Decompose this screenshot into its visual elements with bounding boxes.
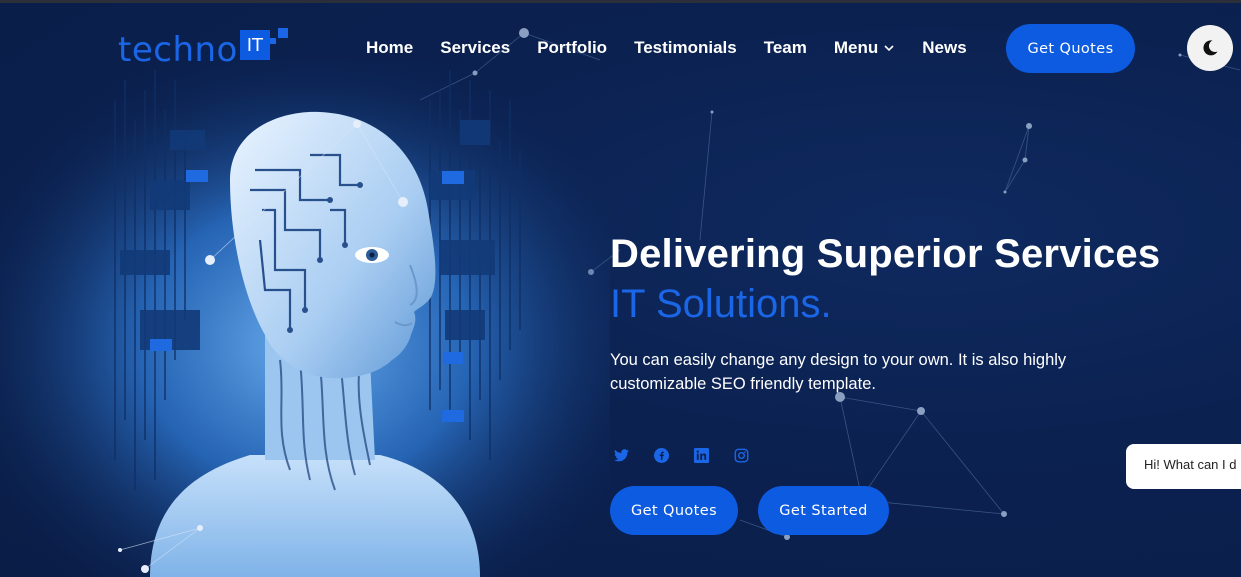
facebook-link[interactable] <box>654 444 694 466</box>
nav-item-label: News <box>922 38 967 57</box>
twitter-link[interactable] <box>614 444 654 466</box>
nav-item-portfolio[interactable]: Portfolio <box>537 38 607 58</box>
linkedin-icon <box>694 447 709 463</box>
twitter-icon <box>614 448 629 461</box>
hero-description: You can easily change any design to your… <box>610 351 1067 393</box>
chevron-down-icon <box>884 45 894 52</box>
page: techno IT Home Services Portfolio Testim… <box>0 0 1241 577</box>
hero-title: Delivering Superior Services <box>610 232 1161 276</box>
theme-toggle-button[interactable] <box>1187 25 1233 71</box>
instagram-link[interactable] <box>734 444 774 466</box>
logo-square-large <box>278 28 288 38</box>
nav-item-label: Testimonials <box>634 38 737 57</box>
nav-item-label: Home <box>366 38 414 57</box>
nav-item-testimonials[interactable]: Testimonials <box>634 38 737 58</box>
brand-badge: IT <box>239 30 270 60</box>
get-quotes-header-button[interactable]: Get Quotes <box>1006 24 1135 73</box>
nav-item-services[interactable]: Services <box>440 38 510 58</box>
facebook-icon <box>654 447 669 463</box>
nav-item-team[interactable]: Team <box>764 38 807 58</box>
brand-logo[interactable]: techno IT <box>118 28 288 72</box>
nav-item-label: Services <box>440 38 511 57</box>
nav-item-news[interactable]: News <box>922 38 966 58</box>
get-started-button[interactable]: Get Started <box>758 486 889 535</box>
nav-item-menu[interactable]: Menu <box>834 38 895 58</box>
robot-head-illustration <box>0 60 610 577</box>
moon-icon <box>1203 40 1218 56</box>
nav-item-label: Portfolio <box>537 38 608 57</box>
logo-square-small <box>270 38 276 44</box>
hero-subtitle: IT Solutions. <box>610 282 832 326</box>
get-quotes-button[interactable]: Get Quotes <box>610 486 738 535</box>
nav-item-label: Menu <box>833 38 879 57</box>
top-border <box>0 0 1241 3</box>
main-nav: Home Services Portfolio Testimonials Tea… <box>366 36 994 60</box>
linkedin-link[interactable] <box>694 444 734 466</box>
social-links <box>614 444 774 466</box>
nav-item-home[interactable]: Home <box>366 38 413 58</box>
nav-item-label: Team <box>763 38 807 57</box>
chat-text: Hi! What can I d <box>1144 457 1237 472</box>
brand-name: techno <box>118 30 238 70</box>
chat-bubble[interactable]: Hi! What can I d <box>1126 444 1241 489</box>
instagram-icon <box>734 448 749 462</box>
